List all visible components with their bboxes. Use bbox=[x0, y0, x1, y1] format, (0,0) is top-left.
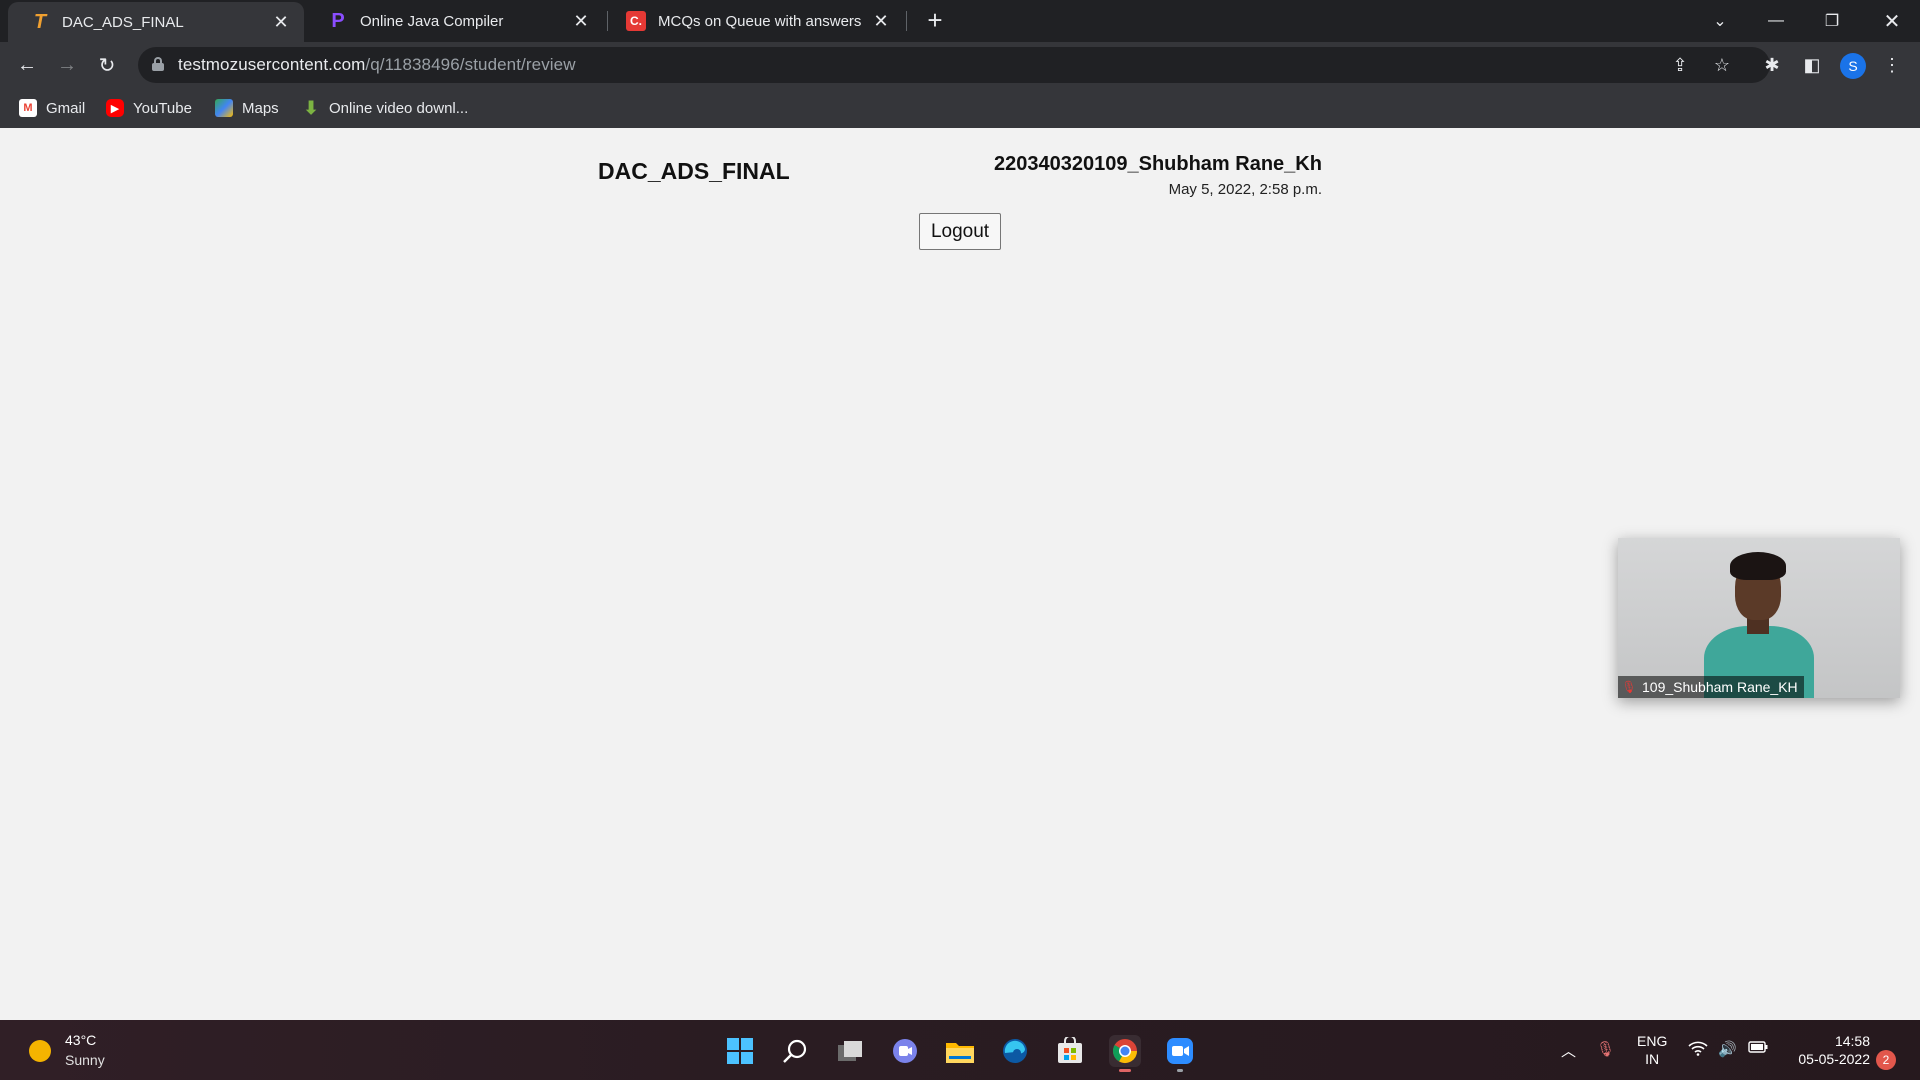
wifi-icon[interactable] bbox=[1688, 1040, 1708, 1060]
search-icon[interactable] bbox=[779, 1035, 811, 1067]
video-person-hair bbox=[1730, 552, 1786, 580]
language-code: ENG bbox=[1637, 1033, 1668, 1049]
side-panel-icon[interactable]: ◧ bbox=[1798, 51, 1826, 79]
close-tab-icon[interactable]: ✕ bbox=[870, 10, 892, 32]
programiz-favicon-icon: P bbox=[331, 9, 345, 32]
url-path: /q/11838496/student/review bbox=[365, 55, 576, 74]
new-tab-button[interactable]: + bbox=[922, 7, 948, 34]
weather-temperature[interactable]: 43°C bbox=[65, 1032, 96, 1048]
clock-time: 14:58 bbox=[1834, 1033, 1870, 1049]
region-code: IN bbox=[1645, 1051, 1660, 1067]
tab-search-chevron-icon[interactable]: ⌄ bbox=[1692, 0, 1748, 42]
forward-arrow-icon[interactable]: → bbox=[53, 51, 81, 79]
youtube-icon: ▶ bbox=[106, 99, 124, 117]
tab-strip: T DAC_ADS_FINAL ✕ P Online Java Compiler… bbox=[0, 0, 1920, 42]
video-name-label: 🎙 109_Shubham Rane_KH bbox=[1618, 676, 1804, 698]
close-tab-icon[interactable]: ✕ bbox=[270, 11, 292, 33]
language-indicator[interactable]: ENG IN bbox=[1637, 1032, 1667, 1068]
task-view-icon[interactable] bbox=[834, 1035, 866, 1067]
menu-kebab-icon[interactable]: ⋮ bbox=[1878, 51, 1906, 79]
battery-icon[interactable] bbox=[1748, 1040, 1768, 1058]
tab-mcqs-on-queue[interactable]: C. MCQs on Queue with answers ✕ bbox=[604, 0, 904, 42]
teams-chat-icon[interactable] bbox=[889, 1035, 921, 1067]
bookmark-online-video-downloader[interactable]: ⬇ Online video downl... bbox=[302, 96, 468, 120]
mcq-favicon-icon: C. bbox=[626, 11, 646, 31]
chevron-up-icon[interactable]: ︿ bbox=[1561, 1040, 1576, 1061]
tab-online-java-compiler[interactable]: P Online Java Compiler ✕ bbox=[306, 0, 604, 42]
student-name: 220340320109_Shubham Rane_Kh bbox=[994, 153, 1322, 175]
start-windows-icon[interactable] bbox=[724, 1035, 756, 1067]
bookmark-label: Gmail bbox=[46, 99, 86, 117]
share-icon[interactable]: ⇪ bbox=[1668, 53, 1692, 77]
lock-icon[interactable] bbox=[152, 57, 164, 71]
microphone-icon[interactable]: 🎙 bbox=[1596, 1040, 1615, 1058]
participant-name: 109_Shubham Rane_KH bbox=[1642, 679, 1798, 695]
edge-browser-icon[interactable] bbox=[999, 1035, 1031, 1067]
bookmark-star-icon[interactable]: ☆ bbox=[1710, 53, 1734, 77]
url-text[interactable]: testmozusercontent.com/q/11838496/studen… bbox=[178, 55, 576, 75]
tab-separator bbox=[906, 11, 907, 31]
notification-badge[interactable]: 2 bbox=[1876, 1050, 1896, 1070]
file-explorer-icon[interactable] bbox=[944, 1035, 976, 1067]
download-icon: ⬇ bbox=[303, 97, 319, 118]
testmoz-favicon-icon: T bbox=[33, 10, 47, 33]
restore-icon[interactable]: ❐ bbox=[1804, 0, 1860, 42]
minimize-icon[interactable]: — bbox=[1748, 0, 1804, 42]
bookmark-label: Online video downl... bbox=[329, 99, 469, 117]
address-bar[interactable]: testmozusercontent.com/q/11838496/studen… bbox=[138, 47, 1770, 83]
tab-title: MCQs on Queue with answers bbox=[658, 12, 862, 30]
extensions-puzzle-icon[interactable]: ✱ bbox=[1758, 51, 1786, 79]
bookmark-gmail[interactable]: M Gmail bbox=[19, 96, 85, 120]
gmail-icon: M bbox=[19, 99, 37, 117]
video-preview-window[interactable]: 🎙 109_Shubham Rane_KH bbox=[1618, 538, 1900, 698]
logout-button[interactable]: Logout bbox=[919, 213, 1001, 250]
test-title: DAC_ADS_FINAL bbox=[598, 158, 790, 184]
clock-date: 05-05-2022 bbox=[1798, 1051, 1870, 1067]
muted-mic-icon: 🎙 bbox=[1621, 680, 1637, 694]
bookmark-maps[interactable]: Maps bbox=[215, 96, 279, 120]
url-domain: testmozusercontent.com bbox=[178, 55, 366, 74]
maps-icon bbox=[215, 99, 233, 117]
sun-icon[interactable] bbox=[29, 1040, 51, 1062]
submission-date: May 5, 2022, 2:58 p.m. bbox=[1168, 181, 1322, 198]
chrome-icon[interactable] bbox=[1109, 1035, 1141, 1072]
tab-title: DAC_ADS_FINAL bbox=[62, 13, 184, 31]
running-app-indicator bbox=[1177, 1069, 1183, 1072]
system-clock[interactable]: 14:58 05-05-2022 bbox=[1798, 1032, 1870, 1068]
profile-avatar[interactable]: S bbox=[1840, 53, 1866, 79]
back-arrow-icon[interactable]: ← bbox=[13, 51, 41, 79]
bookmark-youtube[interactable]: ▶ YouTube bbox=[106, 96, 192, 120]
page-content: DAC_ADS_FINAL 220340320109_Shubham Rane_… bbox=[0, 128, 1920, 1020]
close-window-icon[interactable]: ✕ bbox=[1864, 0, 1920, 42]
browser-toolbar: ← → ↻ testmozusercontent.com/q/11838496/… bbox=[0, 42, 1920, 88]
weather-condition[interactable]: Sunny bbox=[65, 1052, 105, 1068]
bookmark-label: Maps bbox=[242, 99, 279, 117]
windows-taskbar: 43°C Sunny ︿ 🎙 ENG IN 🔊 14:58 05-05-2022… bbox=[0, 1020, 1920, 1080]
close-tab-icon[interactable]: ✕ bbox=[570, 10, 592, 32]
tab-dac-ads-final[interactable]: T DAC_ADS_FINAL ✕ bbox=[8, 2, 304, 42]
active-app-indicator bbox=[1119, 1069, 1131, 1072]
reload-icon[interactable]: ↻ bbox=[93, 51, 121, 79]
microsoft-store-icon[interactable] bbox=[1054, 1035, 1086, 1067]
tab-title: Online Java Compiler bbox=[360, 12, 504, 30]
volume-icon[interactable]: 🔊 bbox=[1718, 1040, 1737, 1058]
bookmark-label: YouTube bbox=[133, 99, 192, 117]
zoom-app-icon[interactable] bbox=[1164, 1035, 1196, 1072]
bookmarks-bar: M Gmail ▶ YouTube Maps ⬇ Online video do… bbox=[0, 88, 1920, 128]
